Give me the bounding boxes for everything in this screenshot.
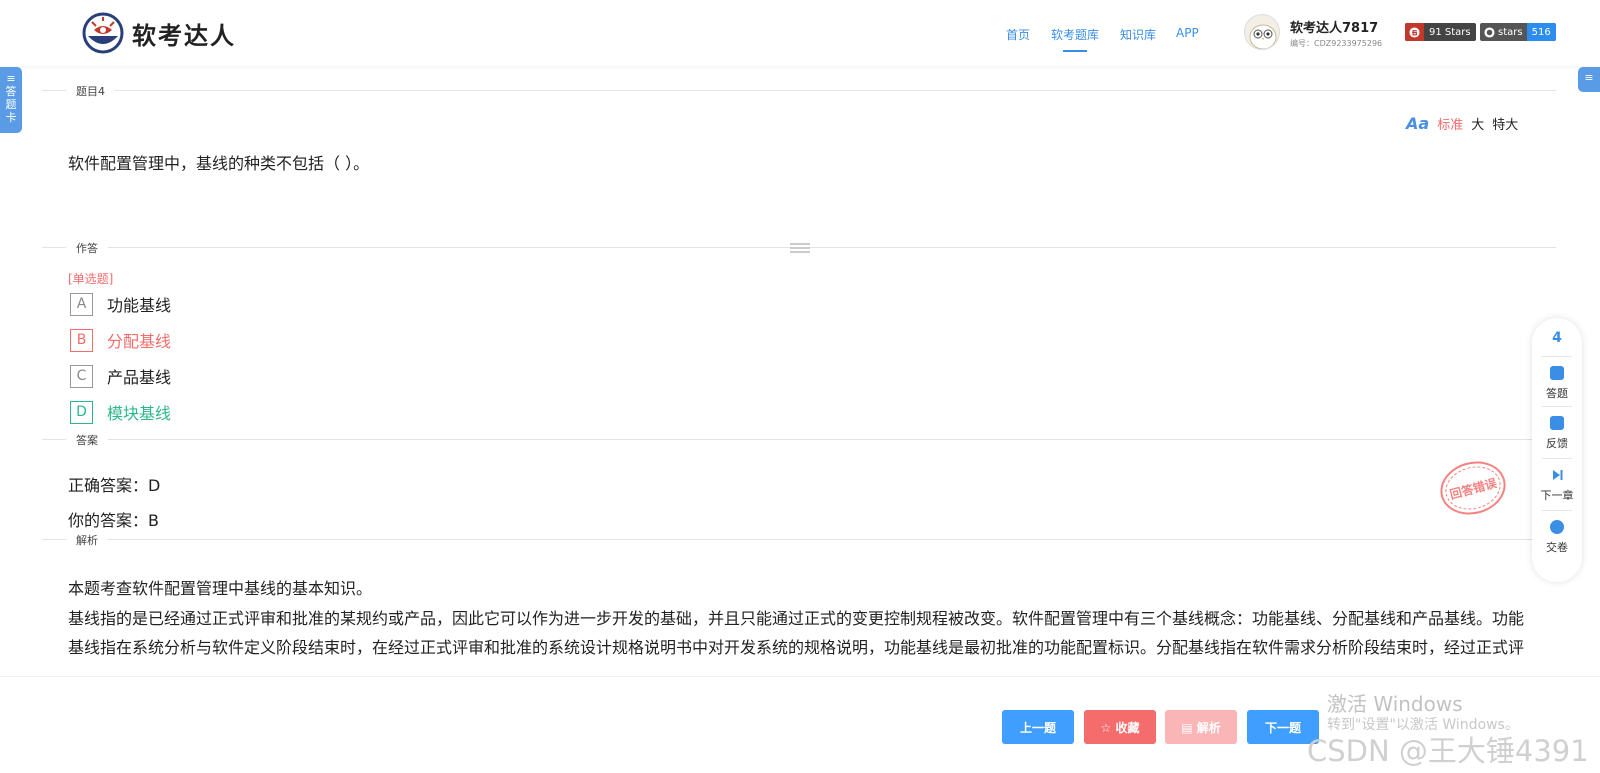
section-answer-area-label: 作答 [66, 240, 108, 256]
font-xlarge[interactable]: 特大 [1492, 114, 1518, 133]
answer-card-tab[interactable]: ≡ 答题卡 [0, 67, 22, 133]
option-letter: B [70, 328, 93, 352]
shield-icon [1550, 366, 1564, 380]
logo-text: 软考达人 [132, 21, 236, 50]
answer-card-label: 答题卡 [5, 85, 17, 124]
floating-action-panel: 4 答题 反馈 下一章 交卷 [1532, 318, 1582, 582]
nav-question-bank[interactable]: 软考题库 [1051, 26, 1099, 52]
section-answer-label: 答案 [66, 432, 108, 448]
divider [42, 90, 1556, 91]
owl-avatar-icon [1249, 24, 1277, 49]
analysis-paragraph: 本题考查软件配置管理中基线的基本知识。 [68, 579, 373, 598]
your-answer: 你的答案：B [68, 511, 159, 530]
menu-icon: ≡ [1584, 71, 1594, 84]
github-stars-count: 516 [1526, 23, 1556, 41]
current-question-number: 4 [1552, 330, 1562, 346]
nav-app[interactable]: APP [1176, 26, 1199, 40]
gitee-stars-count: 91 Stars [1429, 26, 1471, 38]
option-text: 功能基线 [107, 296, 172, 315]
resize-handle[interactable] [790, 243, 810, 253]
analysis-button[interactable]: ▤ 解析 [1165, 710, 1237, 744]
analysis-paragraph: 基线指的是已经通过正式评审和批准的某规约或产品，因此它可以作为进一步开发的基础，… [68, 608, 1525, 658]
option-c[interactable]: C 产品基线 [70, 364, 171, 388]
submit-paper-button[interactable]: 交卷 [1532, 520, 1582, 555]
question-text: 软件配置管理中，基线的种类不包括（ ）。 [68, 154, 370, 173]
gitee-stars-badge[interactable]: 91 Stars [1405, 23, 1476, 41]
option-text: 产品基线 [107, 368, 172, 387]
font-standard[interactable]: 标准 [1437, 114, 1463, 133]
correct-answer: 正确答案：D [68, 476, 161, 495]
github-stars-label: stars [1480, 23, 1527, 41]
option-text: 模块基线 [107, 404, 172, 423]
chat-icon [1550, 416, 1564, 430]
page: 软考达人 首页 软考题库 知识库 APP 软考达人7817 编号：CDZ9233… [0, 0, 1600, 773]
github-stars-badge[interactable]: stars 516 [1480, 23, 1556, 41]
logo-icon [82, 12, 124, 54]
section-analysis-label: 解析 [66, 532, 108, 548]
option-a[interactable]: A 功能基线 [70, 292, 171, 316]
favorite-button[interactable]: ☆ 收藏 [1084, 710, 1156, 744]
gitee-icon [1405, 23, 1424, 41]
answer-sheet-button[interactable]: 答题 [1532, 366, 1582, 401]
question-type: [单选题] [68, 272, 114, 286]
font-size-icon: Aa [1406, 114, 1430, 133]
option-d[interactable]: D 模块基线 [70, 400, 171, 424]
option-letter: D [70, 400, 93, 424]
prev-question-button[interactable]: 上一题 [1002, 710, 1074, 744]
divider [42, 539, 1556, 540]
csdn-watermark: CSDN @王大锤4391 [1307, 734, 1589, 768]
section-question-label: 题目4 [66, 83, 115, 99]
font-size-switch: Aa 标准 大 特大 [1406, 114, 1518, 133]
divider [42, 439, 1556, 440]
top-header: 软考达人 首页 软考题库 知识库 APP 软考达人7817 编号：CDZ9233… [0, 0, 1600, 66]
font-large[interactable]: 大 [1471, 114, 1484, 133]
analysis-text: 本题考查软件配置管理中基线的基本知识。 基线指的是已经通过正式评审和批准的某规约… [68, 574, 1532, 660]
wrong-answer-stamp: 回答错误 [1434, 454, 1512, 522]
github-icon [1484, 26, 1495, 38]
upload-icon [1550, 520, 1564, 534]
option-text: 分配基线 [107, 332, 172, 351]
user-id: 编号：CDZ9233975296 [1290, 39, 1383, 48]
option-b[interactable]: B 分配基线 [70, 328, 171, 352]
user-avatar[interactable] [1244, 14, 1280, 50]
nav-knowledge[interactable]: 知识库 [1120, 26, 1156, 43]
right-menu-tab[interactable]: ≡ [1578, 67, 1600, 92]
option-letter: C [70, 364, 93, 388]
site-logo[interactable]: 软考达人 [82, 12, 236, 54]
nav-home[interactable]: 首页 [1006, 26, 1030, 43]
menu-icon: ≡ [6, 72, 16, 85]
feedback-button[interactable]: 反馈 [1532, 416, 1582, 451]
next-chapter-button[interactable]: 下一章 [1532, 468, 1582, 503]
user-name[interactable]: 软考达人7817 [1290, 17, 1378, 36]
option-letter: A [70, 292, 93, 316]
windows-activation-title: 激活 Windows [1327, 692, 1463, 716]
skip-next-icon [1550, 468, 1564, 482]
